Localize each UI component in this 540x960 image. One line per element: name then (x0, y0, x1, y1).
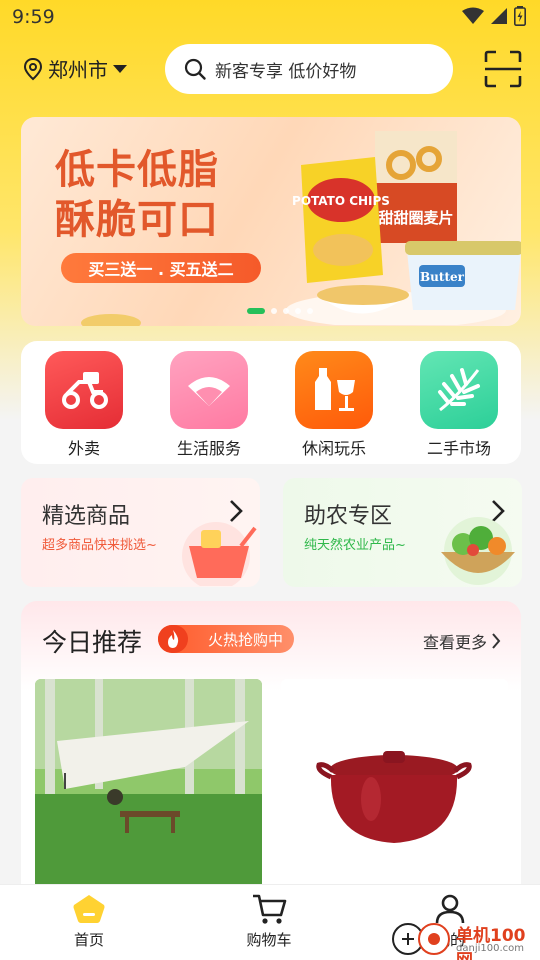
location-city: 郑州市 (48, 58, 108, 82)
drinks-icon (295, 351, 373, 429)
vegetables-illustration (441, 517, 515, 585)
product-image-tent (35, 679, 262, 889)
cart-icon (253, 894, 287, 924)
promo-title: 助农专区 (304, 504, 393, 529)
caret-down-icon (113, 64, 127, 73)
banner-dot-active[interactable] (247, 308, 265, 314)
banner-title-line1: 低卡低脂 (55, 147, 219, 193)
butter-tub-label: Butter (420, 270, 465, 284)
battery-charging-icon (514, 6, 526, 26)
product-image-casserole-pot (281, 679, 508, 889)
search-bar[interactable]: 新客专享 低价好物 (165, 44, 453, 94)
promo-card-selected-goods[interactable]: 精选商品 超多商品快来挑选~ (21, 478, 260, 587)
category-panel: 外卖 生活服务 休闲玩乐 二手市场 (21, 341, 521, 464)
chevron-right-icon (492, 633, 501, 649)
wifi-icon (462, 7, 484, 24)
leaf-icon (420, 351, 498, 429)
status-icons (462, 6, 526, 26)
fire-icon (158, 625, 188, 653)
chips-bag-label: POTATO CHIPS (292, 194, 390, 208)
banner-title: 低卡低脂 酥脆可口 (55, 145, 219, 245)
location-pin-icon (23, 57, 43, 80)
hot-sale-badge: 火热抢购中 (158, 625, 294, 653)
category-leisure[interactable]: 休闲玩乐 (284, 351, 384, 459)
home-icon (73, 895, 105, 923)
banner-pagination (247, 308, 313, 314)
category-label: 生活服务 (176, 439, 241, 458)
category-label: 外卖 (67, 439, 100, 458)
section-title: 今日推荐 (42, 628, 143, 657)
banner-promo-tag: 买三送一 . 买五送二 (61, 253, 261, 283)
search-placeholder: 新客专享 低价好物 (215, 61, 357, 82)
product-card-pot[interactable] (281, 679, 508, 889)
category-label: 休闲玩乐 (301, 439, 366, 458)
location-selector[interactable]: 郑州市 (22, 54, 128, 83)
promo-subtitle: 纯天然农业产品~ (304, 538, 406, 553)
banner-chip-decoration (81, 314, 141, 326)
banner-title-line2: 酥脆可口 (55, 197, 219, 243)
nav-cart[interactable]: 购物车 (219, 893, 319, 950)
promo-banner[interactable]: 低卡低脂 酥脆可口 买三送一 . 买五送二 甜甜圈麦片 POTATO CHIPS… (21, 117, 521, 326)
category-life-service[interactable]: 生活服务 (159, 351, 259, 459)
promo-title: 精选商品 (42, 504, 131, 529)
status-time: 9:59 (12, 6, 55, 28)
hot-sale-text: 火热抢购中 (208, 630, 284, 649)
promo-card-agriculture[interactable]: 助农专区 纯天然农业产品~ (283, 478, 522, 587)
nav-label: 首页 (73, 931, 104, 949)
nav-label: 购物车 (246, 931, 292, 949)
view-more-link[interactable]: 查看更多 (423, 629, 501, 653)
scooter-icon (45, 351, 123, 429)
status-bar: 9:59 (0, 0, 540, 36)
category-second-hand[interactable]: 二手市场 (409, 351, 509, 459)
cereal-box-label: 甜甜圈麦片 (378, 209, 453, 227)
scan-icon[interactable] (484, 50, 522, 88)
today-recommend-section: 今日推荐 火热抢购中 查看更多 (21, 601, 521, 901)
product-card-tent[interactable] (35, 679, 262, 889)
fan-icon (170, 351, 248, 429)
banner-products-image: 甜甜圈麦片 POTATO CHIPS Butter (286, 131, 521, 325)
watermark-url: danji100.com (456, 943, 524, 954)
watermark-text: 单机100网 (456, 926, 526, 960)
promo-subtitle: 超多商品快来挑选~ (42, 538, 157, 553)
banner-dot[interactable] (283, 308, 289, 314)
watermark-logo (392, 923, 450, 955)
top-header: 郑州市 新客专享 低价好物 (0, 40, 540, 100)
category-takeaway[interactable]: 外卖 (34, 351, 134, 459)
banner-dot[interactable] (295, 308, 301, 314)
view-more-label: 查看更多 (422, 633, 487, 652)
banner-dot[interactable] (271, 308, 277, 314)
basket-illustration (182, 522, 257, 586)
nav-home[interactable]: 首页 (39, 893, 139, 950)
category-label: 二手市场 (426, 439, 491, 458)
search-icon (184, 58, 206, 80)
signal-icon (491, 8, 507, 24)
site-watermark: 单机100网 danji100.com (390, 915, 540, 960)
banner-dot[interactable] (307, 308, 313, 314)
